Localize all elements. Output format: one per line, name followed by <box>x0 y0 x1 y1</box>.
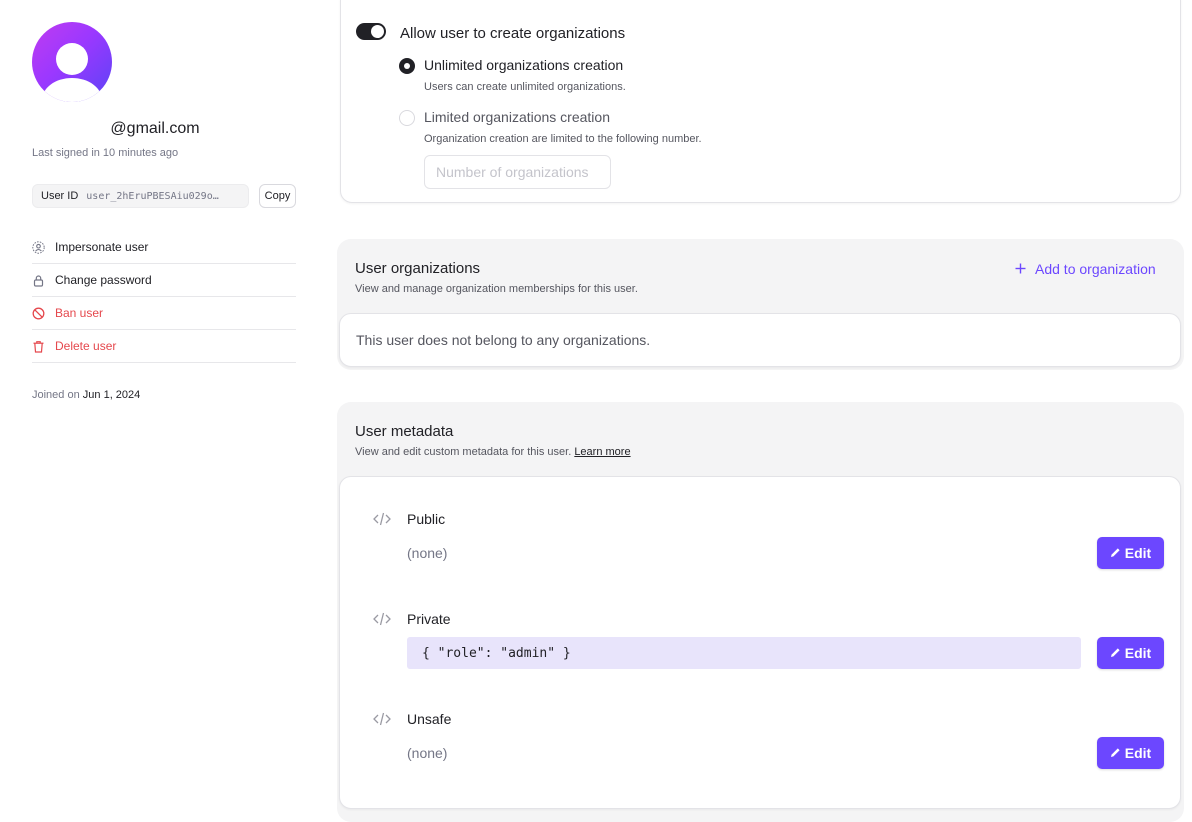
edit-label: Edit <box>1124 745 1152 761</box>
allow-org-creation-toggle[interactable] <box>356 23 386 40</box>
number-of-organizations-input[interactable] <box>424 155 611 189</box>
plus-icon <box>1015 261 1026 277</box>
org-creation-card: Allow user to create organizations Unlim… <box>340 0 1181 203</box>
edit-label: Edit <box>1124 545 1152 561</box>
user-metadata-subtitle-text: View and edit custom metadata for this u… <box>355 446 572 458</box>
public-metadata-label: Public <box>407 511 446 527</box>
no-organizations-text: This user does not belong to any organiz… <box>356 332 651 348</box>
trash-icon <box>32 340 45 353</box>
change-password-action[interactable]: Change password <box>32 264 296 297</box>
user-organizations-subtitle: View and manage organization memberships… <box>355 283 638 295</box>
private-metadata-value: { "role": "admin" } <box>407 637 1081 669</box>
impersonate-icon <box>32 240 45 254</box>
limited-radio[interactable] <box>399 110 415 126</box>
pencil-icon <box>1110 745 1121 761</box>
avatar-head <box>56 43 88 75</box>
user-actions: Impersonate user Change password Ban use… <box>32 231 296 363</box>
organizations-list-card: This user does not belong to any organiz… <box>339 313 1181 367</box>
copy-user-id-button[interactable]: Copy <box>259 184 296 208</box>
change-password-label: Change password <box>55 273 152 287</box>
learn-more-link[interactable]: Learn more <box>574 446 630 458</box>
user-id-value: user_2hEruPBESAiu029o… <box>86 190 219 202</box>
unlimited-desc: Users can create unlimited organizations… <box>424 81 626 93</box>
limited-desc: Organization creation are limited to the… <box>424 133 702 145</box>
metadata-card: Public (none) Edit Private { "role": "ad… <box>339 476 1181 809</box>
public-metadata-value: (none) <box>407 545 448 561</box>
private-metadata-label: Private <box>407 611 451 627</box>
last-signed-in: Last signed in 10 minutes ago <box>32 147 179 159</box>
add-to-organization-label: Add to organization <box>1035 261 1156 277</box>
unsafe-metadata-value: (none) <box>407 745 448 761</box>
pencil-icon <box>1110 645 1121 661</box>
code-icon <box>373 612 391 626</box>
joined-date: Jun 1, 2024 <box>82 389 141 401</box>
ban-icon <box>32 307 45 320</box>
pencil-icon <box>1110 545 1121 561</box>
code-icon <box>373 512 391 526</box>
delete-user-label: Delete user <box>55 339 117 353</box>
user-organizations-title: User organizations <box>355 260 481 277</box>
edit-public-metadata-button[interactable]: Edit <box>1097 537 1164 569</box>
user-id-label: User ID <box>41 190 79 202</box>
edit-unsafe-metadata-button[interactable]: Edit <box>1097 737 1164 769</box>
impersonate-user-action[interactable]: Impersonate user <box>32 231 296 264</box>
lock-icon <box>32 274 45 287</box>
joined-on: Joined on Jun 1, 2024 <box>32 389 140 401</box>
avatar <box>32 22 112 102</box>
unsafe-metadata-label: Unsafe <box>407 711 452 727</box>
code-icon <box>373 712 391 726</box>
edit-private-metadata-button[interactable]: Edit <box>1097 637 1164 669</box>
toggle-knob <box>371 25 384 38</box>
ban-user-label: Ban user <box>55 306 104 320</box>
user-metadata-subtitle: View and edit custom metadata for this u… <box>355 446 631 458</box>
limited-title: Limited organizations creation <box>424 109 610 125</box>
impersonate-user-label: Impersonate user <box>55 240 149 254</box>
unlimited-radio[interactable] <box>399 58 415 74</box>
joined-prefix: Joined on <box>32 389 80 401</box>
user-sidebar: @gmail.com Last signed in 10 minutes ago… <box>32 0 296 822</box>
unlimited-title: Unlimited organizations creation <box>424 57 624 73</box>
allow-org-creation-label: Allow user to create organizations <box>400 25 626 42</box>
avatar-body <box>42 78 102 102</box>
user-id-field: User ID user_2hEruPBESAiu029o… <box>32 184 249 208</box>
add-to-organization-button[interactable]: Add to organization <box>1015 261 1156 277</box>
ban-user-action[interactable]: Ban user <box>32 297 296 330</box>
user-metadata-title: User metadata <box>355 423 454 440</box>
user-organizations-section: User organizations View and manage organ… <box>337 239 1184 370</box>
user-metadata-section: User metadata View and edit custom metad… <box>337 402 1184 822</box>
user-email: @gmail.com <box>110 120 200 137</box>
delete-user-action[interactable]: Delete user <box>32 330 296 363</box>
edit-label: Edit <box>1124 645 1152 661</box>
